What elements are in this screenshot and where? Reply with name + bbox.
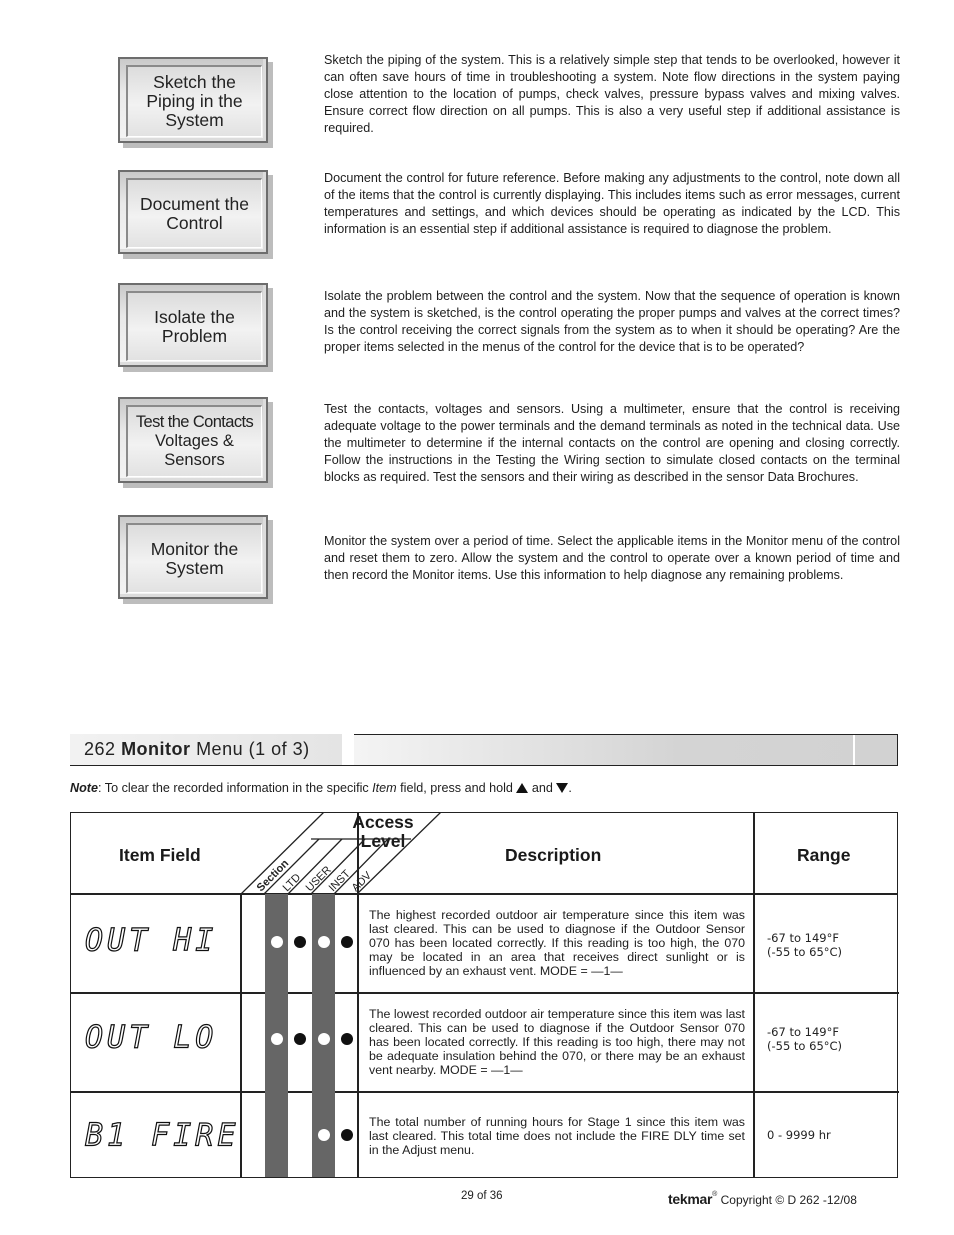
- header-description: Description: [505, 845, 602, 865]
- step-label-line: Problem: [161, 325, 228, 346]
- step-label-line: Voltages &: [155, 432, 234, 450]
- step-description: Sketch the piping of the system. This is…: [324, 53, 900, 135]
- menu-title: 262 Monitor Menu (1 of 3): [84, 739, 310, 759]
- step-description: Monitor the system over a period of time…: [324, 534, 900, 582]
- item-range: -67 to 149°F (-55 to 65°C): [767, 1025, 843, 1053]
- copyright-footer: tekmar® Copyright © D 262 -12/08: [668, 1191, 857, 1207]
- item-description: The lowest recorded outdoor air temperat…: [369, 1007, 745, 1077]
- access-dot-ltd: [271, 1033, 283, 1045]
- access-dot-inst: [318, 1129, 330, 1141]
- item-description: The highest recorded outdoor air tempera…: [369, 908, 745, 978]
- access-dot-inst: [318, 936, 330, 948]
- step-label-line: Piping in the: [146, 91, 243, 111]
- down-arrow-icon: [556, 783, 569, 793]
- clear-note: Note: To clear the recorded information …: [70, 781, 572, 795]
- step-label-line: System: [165, 557, 224, 578]
- lcd-item-field: B1 FIRE: [84, 1116, 240, 1154]
- access-dot-user: [294, 1033, 306, 1045]
- menu-section-header: 262 Monitor Menu (1 of 3): [70, 734, 898, 766]
- lcd-item-field: OUT HI: [84, 921, 218, 959]
- step-label-box: Document the Control: [118, 170, 268, 254]
- step-label-box: Test the Contacts Voltages & Sensors: [118, 397, 268, 483]
- monitor-menu-table: Item Field Description Range Access Leve…: [70, 812, 899, 1178]
- step-label-line: Test the Contacts: [135, 413, 254, 431]
- step-label-line: Sketch the: [153, 72, 236, 92]
- item-range: 0 - 9999 hr: [767, 1128, 831, 1142]
- tekmar-logo: tekmar: [668, 1191, 713, 1207]
- step-label-box: Sketch the Piping in the System: [118, 57, 268, 143]
- step-description: Isolate the problem between the control …: [324, 289, 900, 354]
- access-col-adv: ADV: [350, 869, 375, 894]
- step-label-box: Monitor the System: [118, 515, 268, 599]
- step-description: Document the control for future referenc…: [324, 171, 900, 236]
- header-range: Range: [797, 845, 851, 865]
- header-item-field: Item Field: [119, 845, 201, 865]
- step-label-line: Monitor the: [150, 538, 239, 559]
- step-label-line: System: [165, 110, 224, 130]
- step-description: Test the contacts, voltages and sensors.…: [324, 402, 900, 484]
- access-dot-adv: [341, 1129, 353, 1141]
- up-arrow-icon: [516, 783, 529, 793]
- step-label-line: Document the: [140, 193, 249, 214]
- step-label-line: Control: [166, 212, 223, 233]
- access-dot-ltd: [271, 936, 283, 948]
- access-dot-adv: [341, 936, 353, 948]
- access-dot-inst: [318, 1033, 330, 1045]
- step-label-line: Isolate the: [154, 306, 235, 327]
- access-level-diagonal-header: Section LTD USER INST ADV: [240, 812, 442, 895]
- step-label-line: Sensors: [164, 451, 225, 469]
- item-range: -67 to 149°F (-55 to 65°C): [767, 931, 843, 959]
- step-label-box: Isolate the Problem: [118, 283, 268, 367]
- page-number: 29 of 36: [461, 1190, 503, 1202]
- access-dot-user: [294, 936, 306, 948]
- access-dot-adv: [341, 1033, 353, 1045]
- lcd-item-field: OUT LO: [84, 1018, 218, 1056]
- item-description: The total number of running hours for St…: [369, 1115, 745, 1157]
